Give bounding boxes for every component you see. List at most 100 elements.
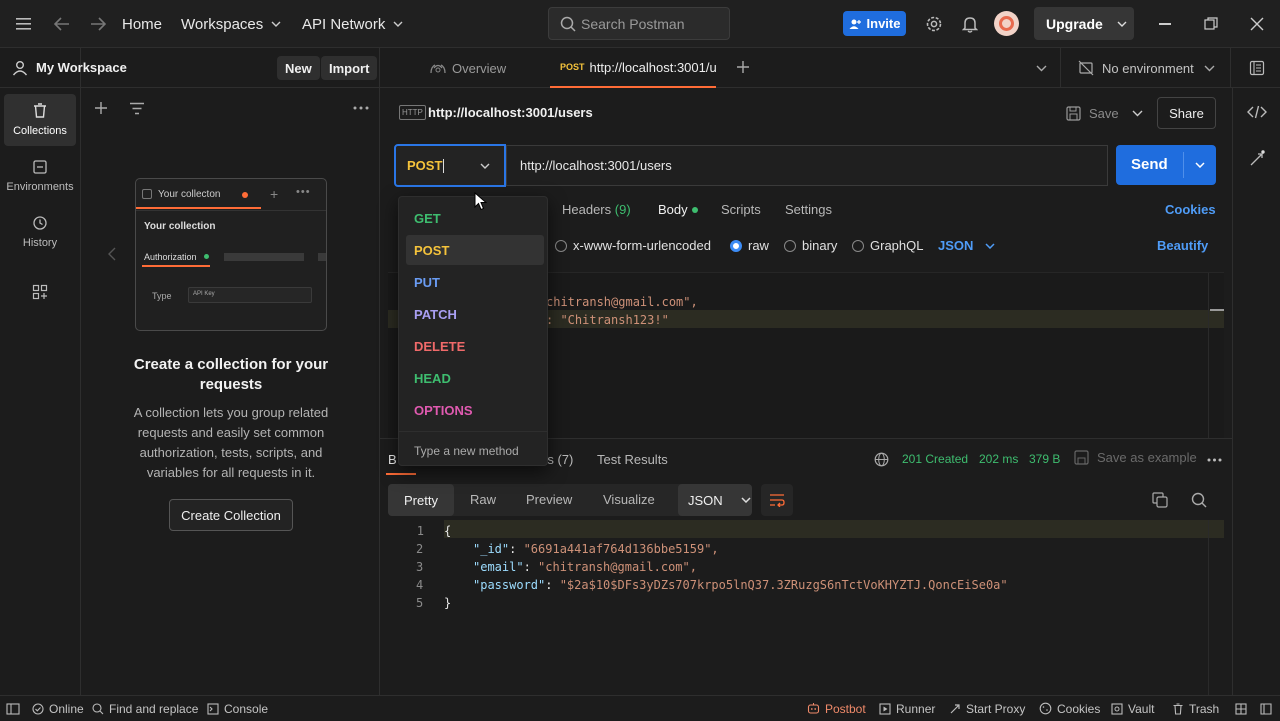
send-options-chevron-icon[interactable] [1195, 162, 1205, 168]
filter-icon[interactable] [129, 102, 145, 115]
request-title[interactable]: http://localhost:3001/users [428, 105, 593, 120]
vault-button[interactable]: Vault [1111, 696, 1154, 721]
create-collection-button[interactable]: Create Collection [169, 499, 293, 531]
tab-headers[interactable]: Headers (9) [562, 202, 631, 217]
response-tab-body[interactable]: B [388, 452, 397, 467]
toggle-sidebar-icon[interactable] [6, 696, 20, 721]
postbot-button[interactable]: Postbot [807, 696, 866, 721]
view-tab-visualize[interactable]: Visualize [603, 492, 655, 507]
rail-history[interactable]: History [4, 206, 76, 258]
response-status[interactable]: 201 Created [902, 452, 968, 466]
environment-quicklook-icon[interactable] [1249, 60, 1265, 76]
method-option-options[interactable]: OPTIONS [406, 395, 544, 425]
search-input[interactable]: Search Postman [548, 7, 730, 40]
custom-method-input[interactable]: Type a new method [414, 444, 519, 458]
send-button[interactable]: Send [1116, 145, 1216, 185]
save-as-example-button[interactable]: Save as example [1074, 450, 1197, 465]
find-and-replace[interactable]: Find and replace [92, 696, 198, 721]
invite-button[interactable]: Invite [843, 11, 906, 36]
method-select[interactable]: POST [394, 144, 506, 187]
online-status[interactable]: Online [32, 696, 84, 721]
empty-state-description: A collection lets you group related requ… [133, 405, 329, 480]
tab-active-request[interactable]: POST http://localhost:3001/u [550, 48, 717, 88]
body-type-raw[interactable]: raw [730, 238, 769, 253]
add-collection-icon[interactable] [94, 101, 108, 115]
radio-binary[interactable] [784, 239, 796, 252]
view-tab-pretty[interactable]: Pretty [388, 484, 454, 516]
runner-button[interactable]: Runner [879, 696, 935, 721]
share-button[interactable]: Share [1157, 97, 1216, 129]
view-tab-raw[interactable]: Raw [470, 492, 496, 507]
wrap-lines-button[interactable] [761, 484, 793, 516]
tab-settings[interactable]: Settings [785, 202, 832, 217]
rail-collections[interactable]: Collections [4, 94, 76, 146]
vault-label: Vault [1128, 701, 1155, 716]
radio-raw[interactable] [730, 239, 742, 252]
environment-selector[interactable]: No environment [1078, 48, 1194, 88]
settings-gear-icon[interactable] [925, 15, 943, 33]
more-options-icon[interactable] [353, 106, 369, 110]
rail-history-label: History [22, 237, 58, 249]
copy-icon[interactable] [1152, 492, 1168, 508]
start-proxy-button[interactable]: Start Proxy [949, 696, 1025, 721]
tab-overview[interactable]: Overview [430, 48, 506, 88]
response-body[interactable]: 1 2 3 4 5 { "_id": "6691a441af764d136bbe… [388, 520, 1224, 695]
body-type-urlencoded[interactable]: x-www-form-urlencoded [555, 238, 711, 253]
save-options-chevron-icon[interactable] [1132, 110, 1143, 117]
line-number-4: 4 [416, 578, 424, 592]
response-size[interactable]: 379 B [1029, 452, 1060, 466]
method-option-post[interactable]: POST [406, 235, 544, 265]
back-arrow-icon[interactable] [54, 0, 70, 48]
chevron-left-icon[interactable] [108, 247, 116, 261]
body-type-graphql[interactable]: GraphQL [852, 238, 923, 253]
save-button[interactable]: Save [1066, 98, 1119, 128]
nav-home[interactable]: Home [122, 0, 162, 48]
console-button[interactable]: Console [207, 696, 268, 721]
restore-window-icon[interactable] [1204, 17, 1218, 31]
cookies-button[interactable]: Cookies [1039, 696, 1100, 721]
body-language-select[interactable]: JSON [938, 238, 995, 253]
minimize-window-icon[interactable] [1159, 23, 1171, 25]
tab-body[interactable]: Body [658, 202, 698, 217]
trash-button[interactable]: Trash [1172, 696, 1219, 721]
method-option-head[interactable]: HEAD [406, 363, 544, 393]
forward-arrow-icon[interactable] [90, 0, 106, 48]
close-window-icon[interactable] [1250, 17, 1264, 31]
notifications-bell-icon[interactable] [962, 15, 978, 33]
method-option-patch[interactable]: PATCH [406, 299, 544, 329]
response-time[interactable]: 202 ms [979, 452, 1018, 466]
body-type-binary[interactable]: binary [784, 238, 837, 253]
menu-icon[interactable] [16, 0, 32, 48]
rail-environments[interactable]: Environments [4, 150, 76, 202]
new-button[interactable]: New [277, 56, 320, 80]
response-tab-tests[interactable]: Test Results [597, 452, 668, 467]
related-collections-icon[interactable] [1249, 150, 1265, 168]
tabs-dropdown-chevron-icon[interactable] [1036, 65, 1047, 72]
layout-grid-icon[interactable] [1235, 696, 1247, 721]
nav-workspaces[interactable]: Workspaces [181, 0, 281, 48]
beautify-link[interactable]: Beautify [1157, 238, 1208, 253]
search-response-icon[interactable] [1191, 492, 1207, 508]
code-snippet-icon[interactable] [1247, 105, 1267, 119]
method-option-delete[interactable]: DELETE [406, 331, 544, 361]
radio-urlencoded[interactable] [555, 239, 567, 252]
avatar[interactable] [994, 11, 1019, 36]
urlencoded-label: x-www-form-urlencoded [573, 238, 711, 253]
import-button[interactable]: Import [321, 56, 378, 80]
new-tab-plus-icon[interactable] [736, 60, 750, 74]
chevron-down-icon[interactable] [1204, 65, 1215, 72]
illus-plus-icon: + [270, 186, 279, 202]
tab-scripts[interactable]: Scripts [721, 202, 761, 217]
globe-icon[interactable] [874, 452, 889, 467]
method-option-put[interactable]: PUT [406, 267, 544, 297]
url-input[interactable]: http://localhost:3001/users [506, 145, 1108, 186]
nav-api-network[interactable]: API Network [302, 0, 403, 48]
view-tab-preview[interactable]: Preview [526, 492, 572, 507]
radio-graphql[interactable] [852, 239, 864, 252]
response-more-icon[interactable] [1207, 458, 1222, 462]
rail-flows[interactable] [4, 266, 76, 318]
cookies-link[interactable]: Cookies [1165, 202, 1216, 217]
help-icon[interactable] [1260, 696, 1272, 721]
response-format-select[interactable]: JSON [678, 484, 752, 516]
upgrade-button[interactable]: Upgrade [1034, 7, 1134, 40]
